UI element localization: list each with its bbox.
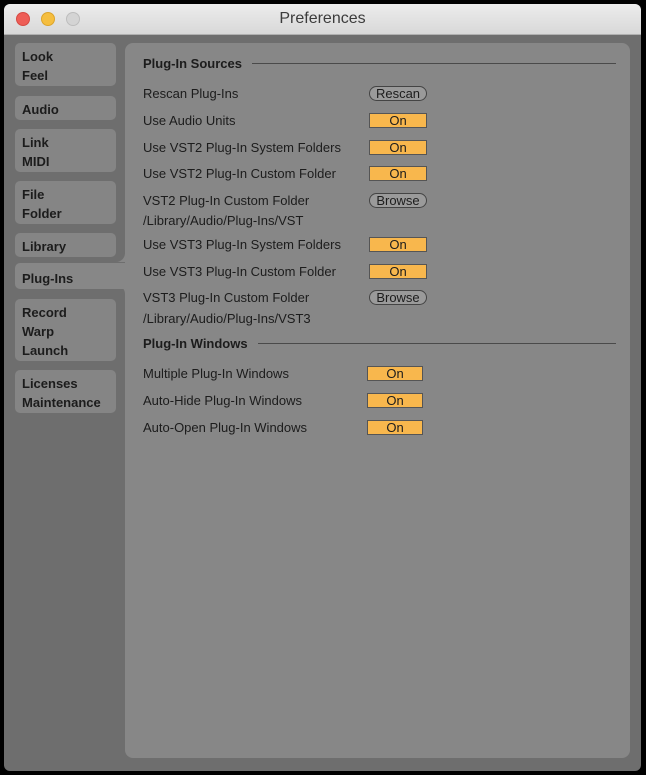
auto-hide-toggle[interactable]: On	[367, 393, 423, 408]
tab-plug-ins[interactable]: Plug-Ins	[15, 263, 136, 289]
vst3-custom-label: Use VST3 Plug-In Custom Folder	[143, 264, 336, 279]
vst2-folder-path: /Library/Audio/Plug-Ins/VST	[143, 213, 304, 228]
audio-units-label: Use Audio Units	[143, 113, 236, 128]
vst3-folder-path: /Library/Audio/Plug-Ins/VST3	[143, 311, 311, 326]
tab-label: Feel	[22, 68, 49, 83]
auto-open-label: Auto-Open Plug-In Windows	[143, 420, 308, 435]
tab-label: Maintenance	[22, 395, 101, 410]
tab-record-warp-launch[interactable]: Record Warp Launch	[15, 299, 116, 361]
vst3-system-label: Use VST3 Plug-In System Folders	[143, 237, 341, 252]
audio-units-toggle[interactable]: On	[369, 113, 427, 128]
vst3-folder-label: VST3 Plug-In Custom Folder	[143, 290, 310, 305]
tab-label: Folder	[22, 206, 62, 221]
preferences-window: Preferences Look Feel Audio Link MIDI Fi…	[4, 4, 641, 771]
tab-label: Launch	[22, 343, 69, 358]
vst2-custom-toggle[interactable]: On	[369, 166, 427, 181]
tab-label: File	[22, 187, 45, 202]
vst2-system-label: Use VST2 Plug-In System Folders	[143, 140, 341, 155]
tab-look-feel[interactable]: Look Feel	[15, 43, 116, 86]
tab-label: Look	[22, 49, 54, 64]
tab-label: Link	[22, 135, 49, 150]
auto-hide-label: Auto-Hide Plug-In Windows	[143, 393, 302, 408]
tab-library[interactable]: Library	[15, 233, 116, 257]
tab-label: Audio	[22, 102, 59, 117]
rescan-label: Rescan Plug-Ins	[143, 86, 239, 101]
multiple-windows-label: Multiple Plug-In Windows	[143, 366, 289, 381]
tab-licenses-maintenance[interactable]: Licenses Maintenance	[15, 370, 116, 413]
window-title: Preferences	[279, 10, 366, 27]
section-plugin-windows: Plug-In Windows	[143, 334, 616, 352]
tab-label: Plug-Ins	[22, 271, 74, 286]
tab-notch-top	[116, 253, 125, 262]
tab-label: Record	[22, 305, 67, 320]
tab-label: Licenses	[22, 376, 78, 391]
section-title: Plug-In Windows	[143, 335, 248, 351]
section-divider	[257, 342, 616, 344]
section-plugin-sources: Plug-In Sources	[143, 54, 616, 72]
tab-label: MIDI	[22, 154, 50, 169]
section-title: Plug-In Sources	[143, 55, 242, 71]
auto-open-toggle[interactable]: On	[367, 420, 423, 435]
vst3-custom-toggle[interactable]: On	[369, 264, 427, 279]
title-bar: Preferences	[4, 4, 641, 35]
vst2-browse-button[interactable]: Browse	[369, 193, 427, 208]
tab-link-midi[interactable]: Link MIDI	[15, 129, 116, 172]
vst2-custom-label: Use VST2 Plug-In Custom Folder	[143, 166, 336, 181]
multiple-windows-toggle[interactable]: On	[367, 366, 423, 381]
tab-file-folder[interactable]: File Folder	[15, 181, 116, 224]
vst3-browse-button[interactable]: Browse	[369, 290, 427, 305]
rescan-button[interactable]: Rescan	[369, 86, 427, 101]
tab-audio[interactable]: Audio	[15, 96, 116, 120]
vst2-folder-label: VST2 Plug-In Custom Folder	[143, 193, 310, 208]
vst2-system-toggle[interactable]: On	[369, 140, 427, 155]
vst3-system-toggle[interactable]: On	[369, 237, 427, 252]
section-divider	[251, 62, 616, 64]
tab-label: Warp	[22, 324, 55, 339]
tab-label: Library	[22, 239, 67, 254]
